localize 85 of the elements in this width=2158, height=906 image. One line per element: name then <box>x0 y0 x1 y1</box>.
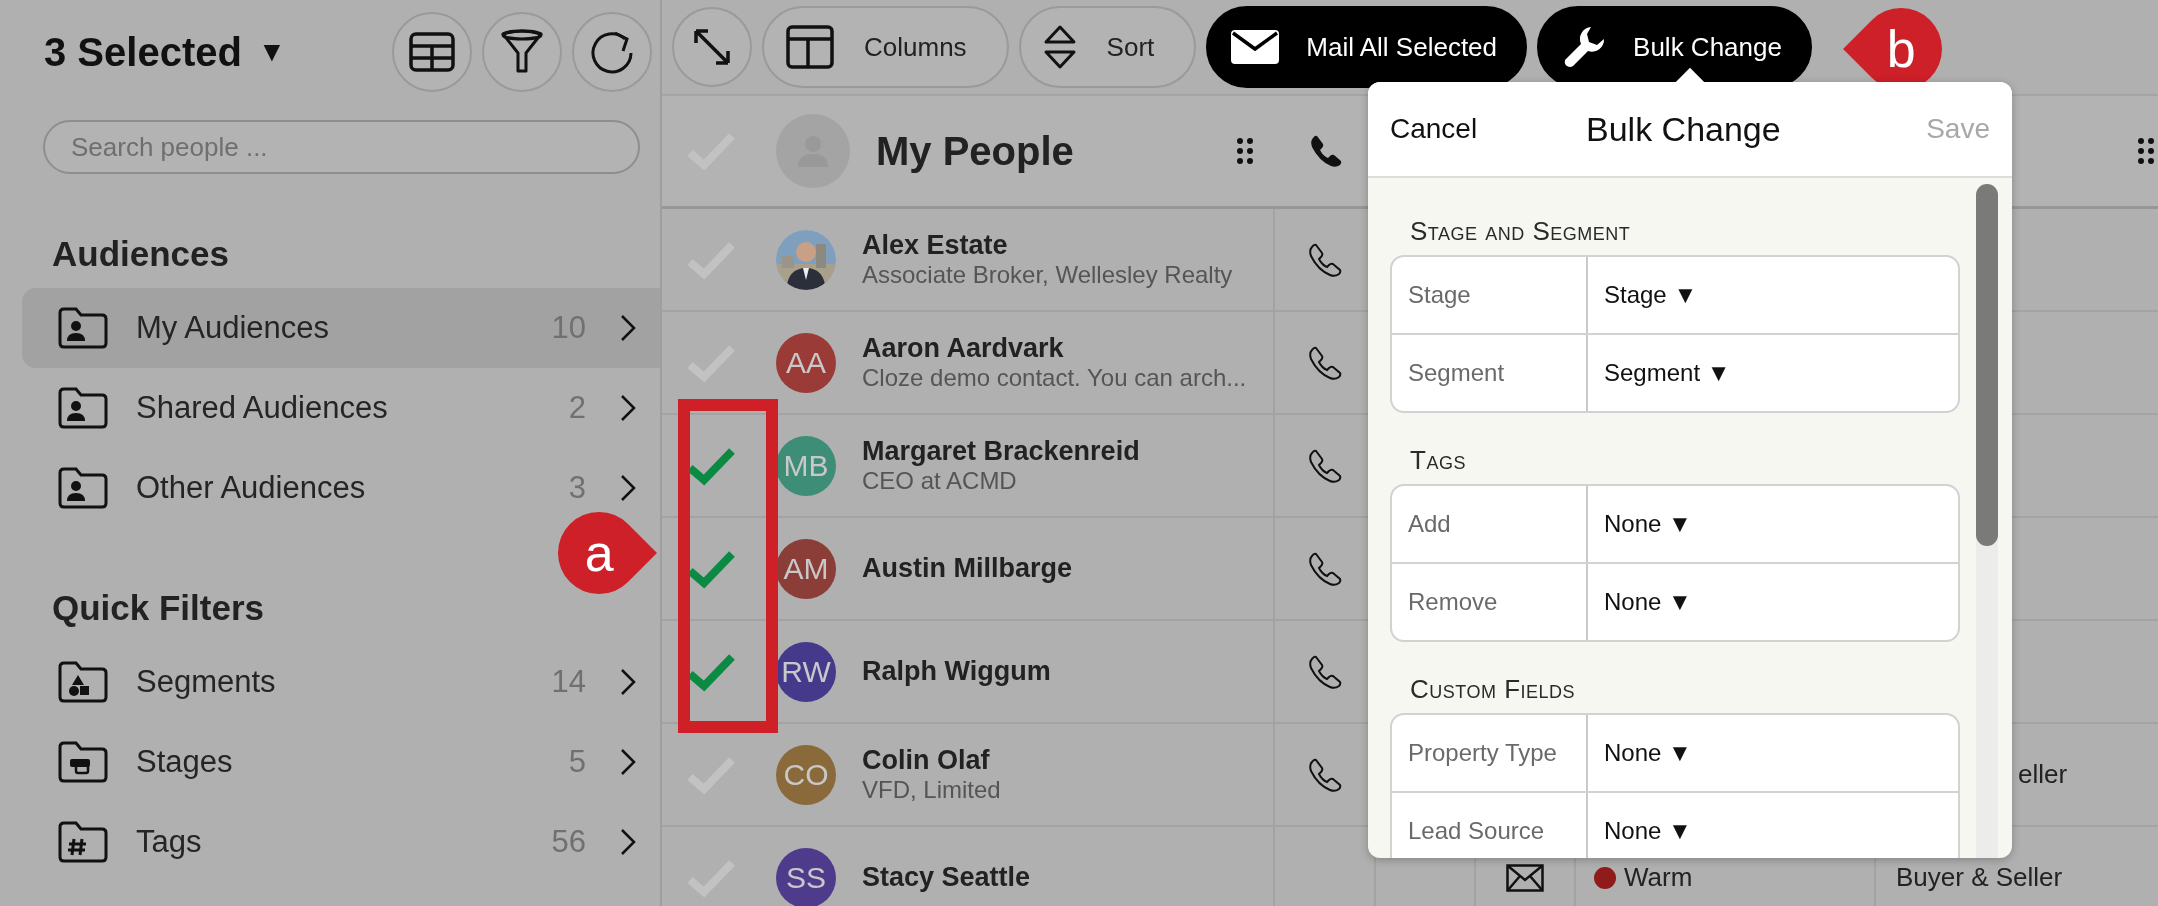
phone-icon[interactable] <box>1307 654 1342 689</box>
scrollbar[interactable] <box>1976 184 1998 858</box>
contact-name[interactable]: Margaret Brackenreid <box>862 436 1140 467</box>
expand-icon <box>692 27 732 67</box>
initials-avatar: MB <box>776 435 836 496</box>
contact-subtitle: VFD, Limited <box>862 776 1001 804</box>
chevron-icon <box>620 748 636 776</box>
filter-icon <box>500 29 544 75</box>
chevron-icon <box>620 668 636 696</box>
item-count: 2 <box>568 390 586 426</box>
field-label: Property Type <box>1392 715 1588 791</box>
phone-icon <box>1308 134 1343 168</box>
section-heading: Stage and Segment <box>1410 216 1632 247</box>
contact-name[interactable]: Ralph Wiggum <box>862 656 1051 687</box>
sidebar-item[interactable]: Tags 56 <box>22 802 660 882</box>
hash-folder-icon <box>58 821 108 863</box>
phone-icon[interactable] <box>1307 757 1342 792</box>
columns-button[interactable]: Columns <box>762 6 1009 88</box>
field-dropdown[interactable]: Stage ▼ <box>1588 281 1698 309</box>
section-heading: Audiences <box>52 234 230 274</box>
chevron-icon <box>620 394 636 422</box>
contact-subtitle: CEO at ACMD <box>862 467 1018 495</box>
section-heading: Quick Filters <box>52 588 266 628</box>
contact-subtitle: Associate Broker, Wellesley Realty <box>862 261 1233 289</box>
person-folder-icon <box>58 307 108 349</box>
columns-icon <box>786 25 834 69</box>
drag-handle-icon[interactable] <box>1237 138 1253 164</box>
field-label: Segment <box>1392 335 1588 411</box>
chevron-icon <box>620 828 636 856</box>
contact-name[interactable]: Aaron Aardvark <box>862 333 1247 364</box>
item-count: 56 <box>551 824 586 860</box>
field-dropdown[interactable]: None ▼ <box>1588 817 1692 845</box>
contact-type: eller <box>2018 759 2068 790</box>
sort-button[interactable]: Sort <box>1018 6 1197 88</box>
initials-avatar: RW <box>776 641 836 702</box>
caret-icon[interactable]: ▼ <box>257 36 286 68</box>
chevron-icon <box>620 474 636 502</box>
sidebar-item[interactable]: Stages 5 <box>22 722 660 802</box>
field-label: Remove <box>1392 564 1588 640</box>
refresh-icon <box>589 29 635 75</box>
field-label: Add <box>1392 486 1588 562</box>
chevron-icon <box>620 314 636 342</box>
mail-icon[interactable] <box>1506 863 1544 892</box>
sidebar-item[interactable]: Segments 14 <box>22 642 660 722</box>
field-dropdown[interactable]: None ▼ <box>1588 510 1692 538</box>
popover-title: Bulk Change <box>1586 109 1781 149</box>
search-field[interactable]: Search people ... <box>43 120 640 174</box>
mail-all-selected-button[interactable]: Mail All Selected <box>1206 6 1528 88</box>
field-dropdown[interactable]: None ▼ <box>1588 739 1692 767</box>
field-dropdown[interactable]: None ▼ <box>1588 588 1692 616</box>
phone-icon[interactable] <box>1307 345 1342 380</box>
sort-icon <box>1042 24 1077 70</box>
item-count: 5 <box>568 744 586 780</box>
contact-name[interactable]: Stacy Seattle <box>862 862 1031 893</box>
list-title: My People <box>876 128 1075 174</box>
mail-icon <box>1230 29 1281 65</box>
phone-icon[interactable] <box>1307 448 1342 483</box>
table-icon <box>409 32 455 72</box>
field-dropdown[interactable]: Segment ▼ <box>1588 359 1731 387</box>
contact-name[interactable]: Alex Estate <box>862 230 1233 261</box>
initials-avatar: SS <box>776 847 836 906</box>
initials-avatar: CO <box>776 744 836 805</box>
phone-icon[interactable] <box>1307 242 1342 277</box>
card-folder-icon <box>58 741 108 783</box>
field-label: Stage <box>1392 257 1588 333</box>
section-heading: Tags <box>1410 445 1467 476</box>
contact-name[interactable]: Colin Olaf <box>862 745 1001 776</box>
person-folder-icon <box>58 467 108 509</box>
initials-avatar: AA <box>776 332 836 393</box>
drag-handle-icon[interactable] <box>2138 138 2154 164</box>
contact-subtitle: Cloze demo contact. You can arch... <box>862 364 1247 392</box>
field-label: Lead Source <box>1392 793 1588 858</box>
selection-dropdown[interactable]: 3 Selected ▼ <box>44 29 286 75</box>
item-count: 14 <box>551 664 586 700</box>
contact-type: Buyer & Seller <box>1896 862 2063 893</box>
section-heading: Custom Fields <box>1410 674 1577 705</box>
person-folder-icon <box>58 387 108 429</box>
status-label: Warm <box>1624 862 1693 893</box>
sidebar-item[interactable]: Shared Audiences 2 <box>22 368 660 448</box>
shapes-folder-icon <box>58 661 108 703</box>
cancel-button[interactable]: Cancel <box>1390 113 1478 145</box>
phone-icon[interactable] <box>1307 551 1342 586</box>
contact-name[interactable]: Austin Millbarge <box>862 553 1072 584</box>
selection-title[interactable]: 3 Selected <box>44 29 242 75</box>
initials-avatar: AM <box>776 538 836 599</box>
